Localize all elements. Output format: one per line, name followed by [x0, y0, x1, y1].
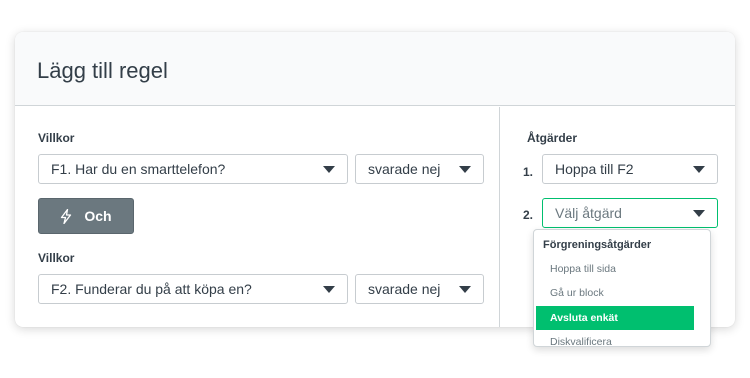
action-2-placeholder: Välj åtgärd — [555, 205, 622, 221]
and-button[interactable]: Och — [38, 198, 134, 234]
actions-label: Åtgärder — [527, 131, 578, 145]
dropdown-item-disqualify[interactable]: Diskvalificera — [536, 330, 708, 346]
chevron-down-icon — [693, 165, 705, 173]
column-divider — [499, 107, 500, 327]
action-dropdown-menu: Förgreningsåtgärder Hoppa till sida Gå u… — [533, 229, 711, 347]
condition-2-label: Villkor — [38, 251, 75, 265]
condition-1-label: Villkor — [38, 131, 75, 145]
action-2-number: 2. — [523, 208, 534, 222]
condition-1-question-select[interactable]: F1. Har du en smarttelefon? — [38, 154, 348, 184]
condition-2-answer-value: svarade nej — [368, 281, 441, 297]
condition-1-answer-value: svarade nej — [368, 161, 441, 177]
and-button-label: Och — [84, 208, 112, 224]
card-title: Lägg till regel — [37, 58, 168, 83]
chevron-down-icon — [459, 165, 471, 173]
dropdown-item-jump-to-page[interactable]: Hoppa till sida — [536, 257, 708, 281]
condition-2-question-value: F2. Funderar du på att köpa en? — [51, 281, 252, 297]
chevron-down-icon — [459, 285, 471, 293]
lightning-icon — [61, 208, 72, 224]
chevron-down-icon — [323, 165, 335, 173]
action-1-number: 1. — [523, 165, 534, 179]
dropdown-item-exit-block[interactable]: Gå ur block — [536, 281, 708, 305]
action-1-select[interactable]: Hoppa till F2 — [542, 154, 718, 184]
condition-1-answer-select[interactable]: svarade nej — [355, 154, 484, 184]
condition-2-answer-select[interactable]: svarade nej — [355, 274, 484, 304]
chevron-down-icon — [693, 209, 705, 217]
condition-1-question-value: F1. Har du en smarttelefon? — [51, 161, 226, 177]
chevron-down-icon — [323, 285, 335, 293]
dropdown-group-header: Förgreningsåtgärder — [543, 239, 652, 251]
card-header: Lägg till regel — [15, 32, 735, 106]
action-2-select[interactable]: Välj åtgärd — [542, 198, 718, 228]
condition-2-question-select[interactable]: F2. Funderar du på att köpa en? — [38, 274, 348, 304]
action-1-value: Hoppa till F2 — [555, 161, 634, 177]
dropdown-item-end-survey[interactable]: Avsluta enkät — [536, 306, 694, 330]
